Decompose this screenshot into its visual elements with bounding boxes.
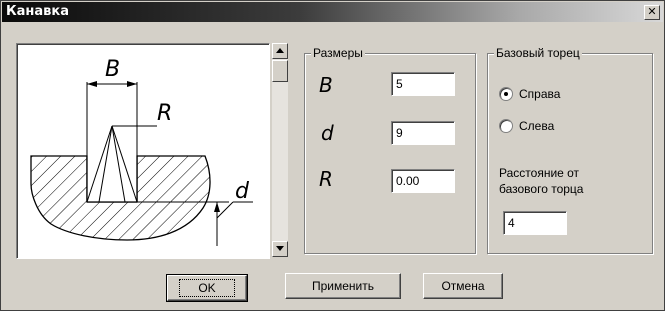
scroll-up-button[interactable] (272, 43, 288, 59)
label-b: B (105, 57, 120, 82)
close-button[interactable]: ✕ (644, 5, 660, 20)
radio-right-label: Справа (519, 87, 561, 101)
dialog-window: Канавка ✕ B R d Размеры B 5 d 9 R 0.00 Б… (0, 0, 665, 311)
arrow-up-icon (276, 48, 284, 53)
distance-input[interactable] (503, 211, 567, 235)
label-r: R (157, 101, 172, 126)
radio-left-indicator[interactable] (499, 119, 513, 133)
cancel-button[interactable]: Отмена (423, 273, 503, 299)
param-r-label: R (319, 167, 333, 191)
param-b-input[interactable] (391, 72, 455, 96)
label-d: d (235, 179, 250, 204)
radio-left[interactable]: Слева (499, 119, 554, 133)
groove-drawing: B R d (30, 57, 253, 246)
distance-label: Расстояние от базового торца (499, 166, 584, 196)
groove-preview: B R d (16, 43, 270, 259)
arrow-down-icon (276, 246, 284, 251)
sizes-group-label: Размеры (311, 46, 365, 60)
apply-button[interactable]: Применить (285, 273, 401, 299)
preview-scrollbar[interactable] (272, 43, 288, 257)
close-icon: ✕ (647, 5, 657, 18)
radio-right-indicator[interactable] (499, 87, 513, 101)
scroll-thumb[interactable] (272, 60, 288, 82)
title-bar[interactable]: Канавка ✕ (2, 2, 663, 22)
param-d-label: d (321, 121, 334, 145)
base-face-group-label: Базовый торец (494, 46, 582, 60)
ok-button[interactable]: OK (166, 274, 248, 302)
radio-right[interactable]: Справа (499, 87, 560, 101)
radio-left-label: Слева (519, 119, 555, 133)
scroll-down-button[interactable] (272, 241, 288, 257)
param-b-label: B (319, 73, 333, 97)
window-title: Канавка (6, 4, 69, 19)
param-r-input[interactable] (391, 169, 455, 193)
param-d-input[interactable] (391, 121, 455, 145)
